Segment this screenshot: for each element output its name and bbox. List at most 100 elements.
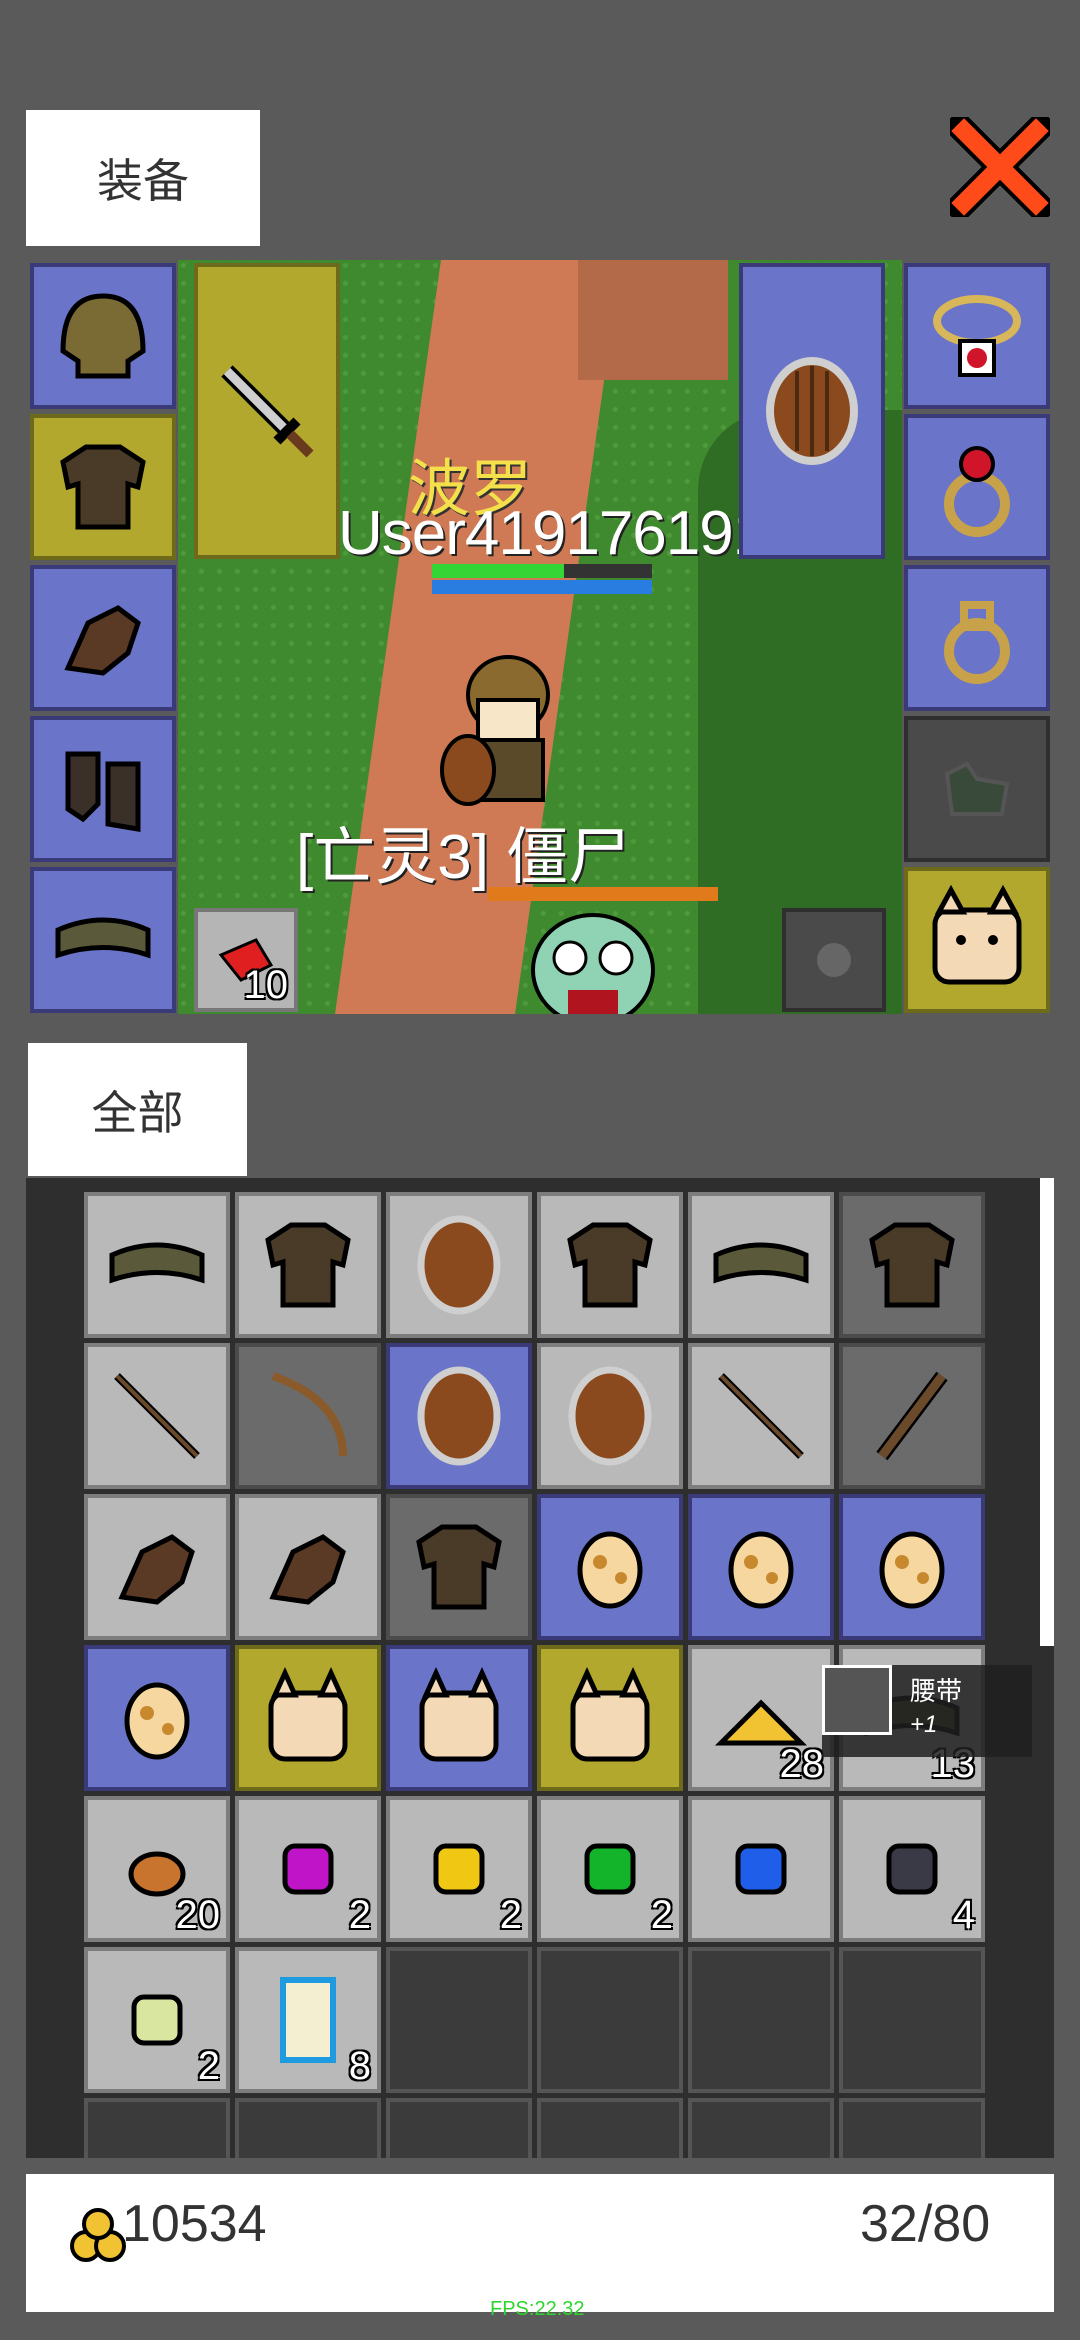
item-quantity: 8 [348, 2044, 371, 2088]
inventory-cell[interactable] [235, 1494, 381, 1640]
tooltip-belt-icon [822, 1665, 892, 1735]
player-name: User419176191 [338, 499, 767, 568]
skill-slot-empty[interactable] [782, 908, 886, 1012]
inventory-cell[interactable] [839, 1494, 985, 1640]
inventory-cell-empty[interactable] [84, 2098, 230, 2158]
inventory-cell-empty[interactable] [386, 2098, 532, 2158]
inventory-scrollbar[interactable] [1040, 1178, 1054, 1646]
inventory-cell[interactable] [537, 1494, 683, 1640]
close-icon [941, 108, 1059, 226]
armor-icon [869, 1222, 955, 1308]
equip-slot-helmet[interactable] [30, 263, 176, 409]
gold-coins-icon [66, 2206, 130, 2266]
shield-icon [766, 357, 858, 465]
egg-icon [577, 1531, 643, 1609]
inventory-cell[interactable] [386, 1645, 532, 1791]
shield-icon [417, 1366, 501, 1466]
inventory-cell-empty[interactable] [839, 2098, 985, 2158]
close-button[interactable] [941, 108, 1059, 226]
item-quantity: 2 [650, 1893, 673, 1937]
gloves-icon [64, 605, 141, 676]
inventory-cell[interactable] [84, 1192, 230, 1338]
inventory-cell[interactable]: 2 [84, 1947, 230, 2093]
inventory-cell[interactable] [537, 1947, 683, 2093]
dirt-patch [578, 260, 728, 380]
equip-slot-gloves[interactable] [30, 565, 176, 711]
inventory-cell[interactable] [688, 1494, 834, 1640]
inventory-cell[interactable] [688, 1947, 834, 2093]
pet-icon [419, 1666, 499, 1762]
potion-quick-slot[interactable]: 10 [194, 908, 298, 1012]
equip-slot-pet[interactable] [904, 867, 1050, 1013]
equip-slot-belt[interactable] [30, 867, 176, 1013]
armor-icon [567, 1222, 653, 1308]
equip-slot-boots[interactable] [30, 716, 176, 862]
inventory-cell[interactable] [688, 1343, 834, 1489]
equip-slot-mount[interactable] [904, 716, 1050, 862]
inventory-capacity: 32/80 [860, 2195, 991, 2253]
zombie-sprite-icon [531, 913, 655, 1014]
bow-icon [271, 1372, 347, 1457]
inventory-cell[interactable] [235, 1192, 381, 1338]
equip-slot-weapon[interactable] [194, 263, 340, 559]
equip-slot-ring-2[interactable] [904, 565, 1050, 711]
spear-icon [718, 1373, 804, 1459]
enemy-label: [亡灵3] 僵尸 [296, 823, 631, 892]
inventory-cell[interactable] [839, 1192, 985, 1338]
inventory-cell[interactable] [839, 1343, 985, 1489]
inventory-cell[interactable] [386, 1947, 532, 2093]
equip-slot-ring-1[interactable] [904, 414, 1050, 560]
gold-amount: 10534 [122, 2195, 267, 2253]
item-quantity: 28 [779, 1742, 825, 1786]
inventory-cell-empty[interactable] [537, 2098, 683, 2158]
inventory-cell[interactable]: 28 [688, 1645, 834, 1791]
item-quantity: 2 [197, 2044, 220, 2088]
inventory-cell[interactable] [537, 1645, 683, 1791]
inventory-cell[interactable] [84, 1343, 230, 1489]
player-character[interactable] [438, 640, 568, 810]
item-quantity: 2 [499, 1893, 522, 1937]
skill-icon [817, 943, 851, 977]
inventory-cell[interactable] [386, 1343, 532, 1489]
gem-icon [886, 1843, 938, 1895]
inventory-cell[interactable]: 2 [386, 1796, 532, 1942]
armor-icon [265, 1222, 351, 1308]
tab-equipment[interactable]: 装备 [26, 110, 260, 246]
inventory-cell-empty[interactable] [688, 2098, 834, 2158]
inventory-cell[interactable] [688, 1796, 834, 1942]
equip-slot-armor[interactable] [30, 414, 176, 560]
belt-icon [713, 1242, 809, 1284]
pet-cat-icon [932, 884, 1022, 985]
boots-icon [65, 751, 141, 832]
inventory-cell-empty[interactable] [235, 2098, 381, 2158]
egg-icon [124, 1682, 190, 1760]
ruby-ring-icon [944, 446, 1010, 537]
inventory-cell[interactable]: 2 [537, 1796, 683, 1942]
enemy-hp-bar [488, 887, 718, 901]
egg-icon [728, 1531, 794, 1609]
inventory-cell[interactable] [537, 1343, 683, 1489]
tooltip-subtitle: +1 [910, 1711, 938, 1738]
inventory-cell[interactable] [84, 1645, 230, 1791]
inventory-cell[interactable] [386, 1192, 532, 1338]
inventory-cell[interactable] [688, 1192, 834, 1338]
inventory-cell[interactable] [235, 1645, 381, 1791]
inventory-cell[interactable]: 20 [84, 1796, 230, 1942]
inventory-cell[interactable]: 2 [235, 1796, 381, 1942]
inventory-cell[interactable] [537, 1192, 683, 1338]
player-hp-fill [432, 564, 564, 578]
equip-slot-necklace[interactable] [904, 263, 1050, 409]
equip-slot-shield[interactable] [739, 263, 885, 559]
inventory-cell[interactable]: 4 [839, 1796, 985, 1942]
inventory-cell[interactable] [386, 1494, 532, 1640]
spear-icon [114, 1373, 200, 1459]
inventory-cell[interactable] [839, 1947, 985, 2093]
inventory-cell[interactable]: 8 [235, 1947, 381, 2093]
inventory-cell[interactable] [84, 1494, 230, 1640]
zombie-enemy[interactable] [518, 900, 668, 1014]
tab-all[interactable]: 全部 [28, 1043, 247, 1176]
sword-icon [221, 365, 314, 458]
inventory-cell[interactable] [235, 1343, 381, 1489]
necklace-icon [933, 295, 1021, 377]
fps-counter: FPS:22.32 [490, 2298, 585, 2320]
